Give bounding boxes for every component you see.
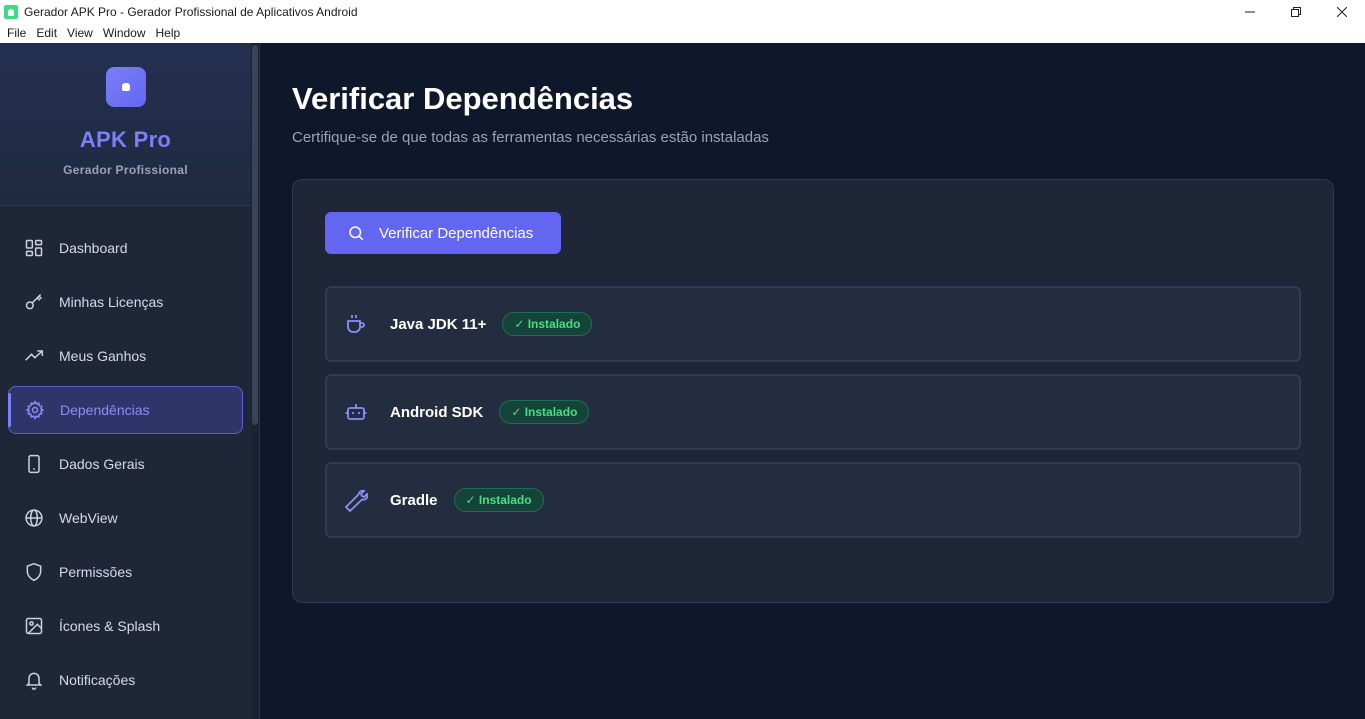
grid-icon	[24, 238, 44, 258]
menu-edit[interactable]: Edit	[31, 26, 62, 40]
sidebar-item-label: Dados Gerais	[59, 456, 145, 472]
android-app-icon	[4, 4, 18, 19]
brand-subtitle: Gerador Profissional	[63, 163, 188, 177]
sidebar-item-label: Ícones & Splash	[59, 618, 161, 634]
verify-button-label: Verificar Dependências	[379, 224, 534, 242]
menu-bar: File Edit View Window Help	[0, 23, 1365, 43]
restore-button[interactable]	[1273, 0, 1319, 23]
menu-view[interactable]: View	[62, 26, 98, 40]
app-logo	[105, 67, 146, 107]
menu-help[interactable]: Help	[151, 26, 186, 40]
sidebar-item-label: Meus Ganhos	[59, 348, 147, 364]
brand-name: APK Pro	[79, 127, 172, 152]
sidebar-item-notificacoes[interactable]: Notificações	[8, 656, 243, 704]
sidebar-item-permissoes[interactable]: Permissões	[8, 548, 243, 596]
scrollbar-thumb[interactable]	[252, 45, 258, 425]
sidebar-item-dependencias[interactable]: Dependências	[8, 386, 243, 434]
bell-icon	[24, 670, 44, 690]
sidebar-item-ganhos[interactable]: Meus Ganhos	[8, 332, 243, 380]
verify-dependencies-button[interactable]: Verificar Dependências	[325, 212, 561, 254]
sidebar-item-webview[interactable]: WebView	[8, 494, 243, 542]
dependency-name: Java JDK 11+	[390, 315, 487, 333]
trending-up-icon	[24, 346, 44, 366]
minimize-icon	[1245, 11, 1255, 12]
main-content: Verificar Dependências Certifique-se de …	[260, 43, 1365, 719]
restore-icon	[1291, 6, 1301, 17]
smartphone-icon	[24, 454, 44, 474]
wrench-icon	[344, 488, 368, 512]
sidebar: APK Pro Gerador Profissional Dashboard M…	[0, 43, 260, 719]
sidebar-item-label: WebView	[59, 510, 118, 526]
dependency-name: Android SDK	[390, 403, 484, 421]
sidebar-item-label: Minhas Licenças	[59, 294, 164, 310]
close-button[interactable]	[1319, 0, 1365, 23]
sidebar-nav: Dashboard Minhas Licenças Meus Ganhos De…	[0, 224, 251, 710]
sidebar-item-label: Permissões	[59, 564, 133, 580]
status-badge: ✓ Instalado	[502, 312, 593, 336]
dependency-row-android-sdk: Android SDK ✓ Instalado	[325, 374, 1301, 450]
android-icon	[121, 83, 130, 91]
window-titlebar: Gerador APK Pro - Gerador Profissional d…	[0, 0, 1365, 23]
sidebar-item-dashboard[interactable]: Dashboard	[8, 224, 243, 272]
sidebar-item-licencas[interactable]: Minhas Licenças	[8, 278, 243, 326]
sidebar-header: APK Pro Gerador Profissional	[0, 43, 251, 206]
page-title: Verificar Dependências	[292, 81, 634, 116]
menu-window[interactable]: Window	[98, 26, 151, 40]
image-icon	[24, 616, 44, 636]
sidebar-item-label: Dashboard	[59, 240, 128, 256]
globe-icon	[24, 508, 44, 528]
sidebar-item-label: Dependências	[60, 402, 150, 418]
coffee-icon	[344, 312, 368, 336]
dependency-row-gradle: Gradle ✓ Instalado	[325, 462, 1301, 538]
dependency-row-java: Java JDK 11+ ✓ Instalado	[325, 286, 1301, 362]
menu-file[interactable]: File	[2, 26, 31, 40]
status-badge: ✓ Instalado	[453, 488, 544, 512]
close-icon	[1337, 6, 1347, 17]
gear-icon	[25, 400, 45, 420]
status-badge: ✓ Instalado	[499, 400, 590, 424]
page-subtitle: Certifique-se de que todas as ferramenta…	[292, 129, 769, 146]
shield-icon	[24, 562, 44, 582]
sidebar-item-icones-splash[interactable]: Ícones & Splash	[8, 602, 243, 650]
sidebar-item-dados-gerais[interactable]: Dados Gerais	[8, 440, 243, 488]
dependency-name: Gradle	[390, 491, 438, 509]
sidebar-scrollbar[interactable]	[251, 43, 259, 719]
dependencies-card: Verificar Dependências Java JDK 11+ ✓ In…	[292, 179, 1334, 603]
key-icon	[24, 292, 44, 312]
window-controls	[1227, 0, 1365, 23]
window-title: Gerador APK Pro - Gerador Profissional d…	[24, 4, 358, 19]
minimize-button[interactable]	[1227, 0, 1273, 23]
robot-icon	[344, 400, 368, 424]
sidebar-item-label: Notificações	[59, 672, 136, 688]
search-icon	[347, 224, 365, 242]
